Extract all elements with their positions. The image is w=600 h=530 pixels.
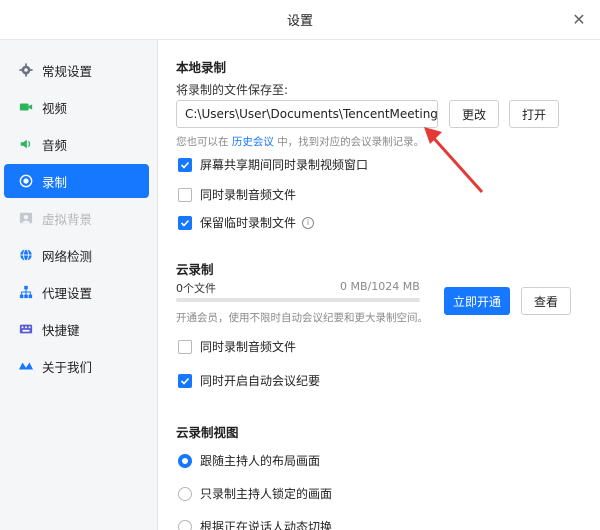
history-meetings-link[interactable]: 历史会议 [232, 136, 274, 148]
annotation-arrow-icon [424, 127, 484, 194]
save-path-label: 将录制的文件保存至: [176, 83, 289, 97]
check-icon [180, 377, 190, 385]
option-active-speaker[interactable]: 根据正在说话人动态切换 [178, 518, 332, 530]
speaker-icon [18, 136, 34, 152]
save-path-field[interactable]: C:\Users\User\Documents\TencentMeeting [176, 100, 438, 128]
local-recording-title: 本地录制 [176, 60, 227, 75]
sidebar-item-label: 音频 [42, 137, 68, 153]
sidebar-item-about[interactable]: 关于我们 [4, 349, 149, 383]
option-record-screen-share[interactable]: 屏幕共享期间同时录制视频窗口 [178, 156, 368, 173]
sidebar-item-label: 代理设置 [42, 285, 93, 301]
option-label: 屏幕共享期间同时录制视频窗口 [200, 158, 369, 172]
sidebar-item-video[interactable]: 视频 [4, 90, 149, 124]
cloud-view-title: 云录制视图 [176, 425, 239, 440]
option-label: 同时录制音频文件 [200, 188, 297, 202]
cloud-recording-title: 云录制 [176, 262, 214, 277]
checkbox[interactable] [178, 215, 192, 230]
cloud-usage: 0 MB/1024 MB [340, 280, 420, 293]
option-label: 根据正在说话人动态切换 [200, 520, 333, 530]
network-icon [18, 284, 34, 300]
option-record-audio[interactable]: 同时录制音频文件 [178, 186, 296, 203]
gear-icon [18, 62, 34, 78]
sidebar: 常规设置 视频 音频 录制 虚拟背景 网络检测 代理设置 快捷键 关于我们 [0, 40, 158, 530]
settings-content: 本地录制 将录制的文件保存至: C:\Users\User\Documents\… [158, 40, 600, 530]
option-label: 同时录制音频文件 [200, 340, 297, 354]
close-icon[interactable]: ✕ [570, 11, 588, 29]
option-auto-minutes[interactable]: 同时开启自动会议纪要 [178, 372, 320, 389]
sidebar-item-label: 网络检测 [42, 248, 93, 264]
option-label: 跟随主持人的布局画面 [200, 454, 321, 468]
cloud-file-count: 0个文件 [176, 282, 216, 295]
check-icon [180, 161, 190, 169]
window-title: 设置 [286, 14, 313, 29]
cloud-hint: 开通会员，使用不限时自动会议纪要和更大录制空间。 [176, 312, 428, 324]
keyboard-icon [18, 321, 34, 337]
sidebar-item-label: 视频 [42, 100, 68, 116]
option-cloud-record-audio[interactable]: 同时录制音频文件 [178, 338, 296, 355]
sidebar-item-label: 快捷键 [42, 322, 80, 338]
sidebar-item-audio[interactable]: 音频 [4, 127, 149, 161]
activate-button[interactable]: 立即开通 [444, 287, 510, 315]
view-button[interactable]: 查看 [521, 287, 571, 315]
history-hint: 您也可以在 历史会议 中，找到对应的会议录制记录。 [176, 134, 424, 149]
sidebar-item-general[interactable]: 常规设置 [4, 53, 149, 87]
radio-button[interactable] [178, 486, 192, 501]
sidebar-item-label: 录制 [42, 174, 68, 190]
checkbox[interactable] [178, 339, 192, 354]
logo-icon [18, 358, 34, 374]
option-label: 保留临时录制文件 [200, 216, 297, 230]
title-bar: 设置 ✕ [0, 0, 600, 40]
sidebar-item-proxy[interactable]: 代理设置 [4, 275, 149, 309]
option-follow-host-layout[interactable]: 跟随主持人的布局画面 [178, 452, 320, 469]
checkbox[interactable] [178, 373, 192, 388]
radio-button[interactable] [178, 519, 192, 530]
image-icon [18, 210, 34, 226]
sidebar-item-network[interactable]: 网络检测 [4, 238, 149, 272]
hint-text-pre: 您也可以在 [176, 136, 229, 148]
option-label: 只录制主持人锁定的画面 [200, 487, 333, 501]
info-icon[interactable]: i [302, 216, 315, 229]
radio-button[interactable] [178, 453, 192, 468]
globe-icon [18, 247, 34, 263]
sidebar-item-recording[interactable]: 录制 [4, 164, 149, 198]
cloud-usage-bar [176, 298, 420, 302]
check-icon [180, 219, 190, 227]
sidebar-item-label: 虚拟背景 [42, 211, 93, 227]
record-icon [18, 173, 34, 189]
sidebar-item-label: 常规设置 [42, 63, 93, 79]
video-icon [18, 99, 34, 115]
checkbox[interactable] [178, 157, 192, 172]
hint-text-post: 中，找到对应的会议录制记录。 [277, 136, 425, 148]
option-label: 同时开启自动会议纪要 [200, 374, 321, 388]
option-keep-temp-files[interactable]: 保留临时录制文件 i [178, 214, 315, 231]
option-host-locked-view[interactable]: 只录制主持人锁定的画面 [178, 485, 332, 502]
sidebar-item-shortcuts[interactable]: 快捷键 [4, 312, 149, 346]
sidebar-item-label: 关于我们 [42, 359, 93, 375]
open-button[interactable]: 打开 [509, 100, 559, 128]
sidebar-item-virtual-background[interactable]: 虚拟背景 [4, 201, 149, 235]
checkbox[interactable] [178, 187, 192, 202]
